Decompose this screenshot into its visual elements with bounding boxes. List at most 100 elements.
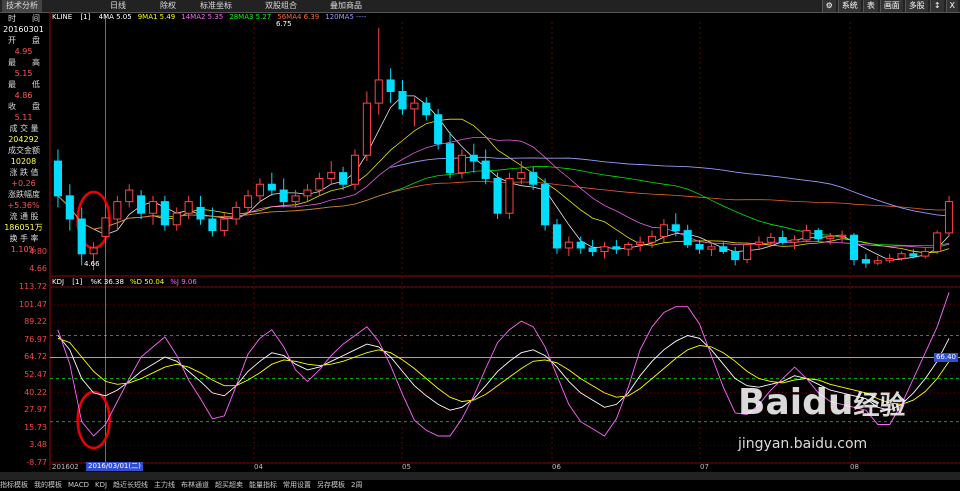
candle-body xyxy=(160,201,169,226)
candle-body xyxy=(184,201,193,214)
kdj-legend-item: %K 36.38 xyxy=(90,278,124,286)
candle-body xyxy=(398,91,407,110)
candle-body xyxy=(861,259,870,264)
info-label: 最 高 xyxy=(8,58,40,67)
candle-body xyxy=(814,230,823,240)
info-value: 204292 xyxy=(8,135,39,144)
watermark-brand: Baidu xyxy=(738,382,854,423)
candle-body xyxy=(374,79,383,104)
bottom-tab[interactable]: 趋近长短线 xyxy=(113,481,148,489)
candle-body xyxy=(315,177,324,191)
kdj-legend-item: %J 9.06 xyxy=(170,278,197,286)
x-axis-month-06: 06 xyxy=(552,463,561,471)
bottom-tab[interactable]: 布林通道 xyxy=(181,481,209,489)
info-label: 成交金额 xyxy=(8,146,40,155)
bottom-tab[interactable]: 我的模板 xyxy=(34,481,62,489)
ma-legend-item: 28MA3 5.27 xyxy=(229,13,272,21)
info-label: 最 低 xyxy=(8,80,40,89)
info-label: 开 盘 xyxy=(8,36,40,45)
info-label: 涨 跌 值 xyxy=(9,168,39,177)
candle-body xyxy=(445,143,455,174)
ma-legend-item: 4MA 5.05 xyxy=(98,13,132,21)
candle-body xyxy=(434,114,443,145)
candle-body xyxy=(362,102,371,156)
price-axis-label-high: 4.80 xyxy=(29,247,47,256)
candle-body xyxy=(671,224,680,232)
info-value: 4.86 xyxy=(14,91,33,100)
ma-legend-item: 14MA2 5.35 xyxy=(181,13,224,21)
bottom-tab[interactable]: 2周 xyxy=(351,481,362,489)
x-axis-start: 201602 xyxy=(52,463,79,471)
info-label: 收 盘 xyxy=(8,102,40,111)
price-axis-label-low: 4.66 xyxy=(29,264,47,273)
kdj-axis-label: -8.77 xyxy=(26,458,47,467)
x-axis-month-05: 05 xyxy=(402,463,411,471)
candle-body xyxy=(196,206,205,220)
info-value: 5.15 xyxy=(14,69,33,78)
candle-body xyxy=(600,246,609,252)
candle-body xyxy=(909,253,918,257)
bottom-tab[interactable]: 超买超卖 xyxy=(215,481,243,489)
candle-body xyxy=(220,218,229,232)
ma120-line xyxy=(390,156,950,217)
candle-body xyxy=(541,183,550,226)
candle-body xyxy=(53,160,63,197)
cursor-date: 2016/03/01(二) xyxy=(86,462,143,471)
candle-body xyxy=(89,247,98,255)
ma-legend-item: 120MA5 ---- xyxy=(325,13,367,21)
bottom-tab[interactable]: 另存模板 xyxy=(317,481,345,489)
candle-body xyxy=(647,235,657,243)
kdj-axis-label: 40.22 xyxy=(24,387,47,397)
bottom-tab[interactable]: 主力线 xyxy=(154,481,175,489)
candle-body xyxy=(529,172,538,185)
bottom-tab[interactable]: 能量指标 xyxy=(249,481,277,489)
bottom-tab[interactable]: MACD xyxy=(68,481,89,489)
candle-body xyxy=(101,217,110,237)
candle-body xyxy=(933,232,942,252)
x-axis-month-04: 04 xyxy=(254,463,263,471)
candle-body xyxy=(113,201,122,220)
kdj-param: [1] xyxy=(72,278,83,286)
kdj-legend: KDJ [1] %K 36.38 %D 50.04 %J 9.06 xyxy=(52,277,209,287)
ma-legend-item: 9MA1 5.49 xyxy=(137,13,176,21)
candle-body xyxy=(873,260,882,264)
info-value: 5.11 xyxy=(14,113,33,122)
candle-body xyxy=(350,154,360,185)
candle-body xyxy=(754,241,764,246)
candle-body xyxy=(849,234,859,261)
baidu-watermark-logo: Baidu经验 xyxy=(738,382,906,423)
kline-indicator[interactable]: KLINE xyxy=(52,13,72,21)
bottom-tab[interactable]: 常用设置 xyxy=(283,481,311,489)
candle-body xyxy=(339,172,348,185)
candle-body xyxy=(885,257,894,262)
kdj-indicator[interactable]: KDJ xyxy=(52,278,64,286)
info-value: +0.26 xyxy=(11,179,36,188)
candle-body xyxy=(208,218,217,232)
current-kdj-value: 66.40 xyxy=(933,353,958,362)
candle-body xyxy=(743,244,752,261)
info-value: 4.95 xyxy=(14,47,33,56)
kdj-axis-label: 15.73 xyxy=(24,422,47,432)
bottom-template-bar: 指标模板 我的模板 MACD KDJ 趋近长短线 主力线 布林通道 超买超卖 能量指标 常用设置另… xyxy=(0,472,960,489)
x-axis-month-07: 07 xyxy=(700,463,709,471)
kdj-axis-label: 113.72 xyxy=(19,282,47,291)
candle-body xyxy=(790,239,799,243)
price-high-label: 6.75 xyxy=(276,20,292,28)
candle-body xyxy=(125,189,134,203)
candle-body xyxy=(279,189,288,203)
candle-body xyxy=(588,247,597,252)
candle-body xyxy=(695,244,704,250)
watermark-brand-cn: 经验 xyxy=(853,391,906,421)
candle-body xyxy=(243,195,253,208)
red-circle-annotation xyxy=(76,390,111,450)
candle-body xyxy=(386,79,395,93)
bottom-tab[interactable]: 指标模板 xyxy=(0,481,28,489)
kdj-axis-label: 3.48 xyxy=(29,440,47,450)
bottom-tab[interactable]: KDJ xyxy=(95,481,107,489)
x-axis-month-08: 08 xyxy=(850,463,859,471)
candle-body xyxy=(944,201,954,234)
candle-body xyxy=(778,237,787,243)
info-value: 186051万 xyxy=(4,223,43,232)
candle-body xyxy=(802,230,811,241)
info-label: 流 通 股 xyxy=(9,212,39,221)
